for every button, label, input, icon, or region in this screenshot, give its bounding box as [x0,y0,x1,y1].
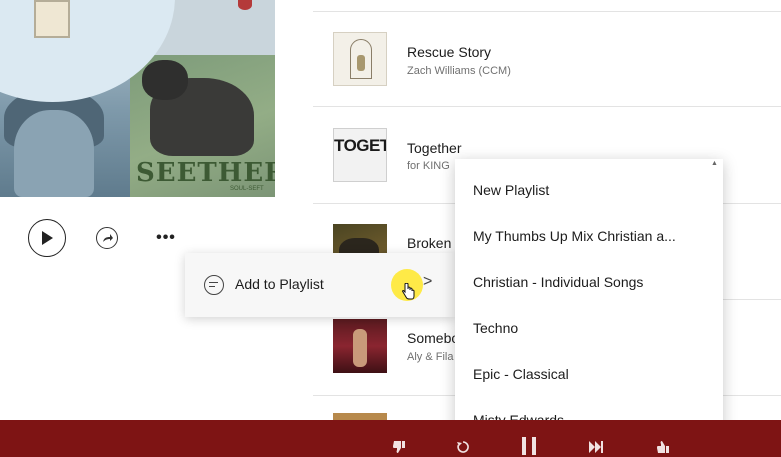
track-divider [313,11,781,12]
hand-cursor-icon [401,282,415,304]
thumbs-up-icon[interactable] [656,440,670,457]
track-thumbnail [333,413,387,420]
art-portrait-face [14,110,94,197]
track-divider [313,106,781,107]
art-band-subtitle: SOUL-SEFT [230,186,264,192]
chevron-right-icon: > [423,273,433,290]
playlist-option[interactable]: New Playlist [473,182,705,198]
track-title: Together [407,140,462,156]
skip-icon[interactable] [588,440,604,457]
track-row[interactable]: Rescue Story Zach Williams (CCM) [313,14,781,104]
playlist-option[interactable]: Christian - Individual Songs [473,274,705,290]
playlist-option[interactable]: My Thumbs Up Mix Christian a... [473,228,705,244]
pause-icon[interactable] [521,436,537,457]
art-dog-head [142,60,188,100]
track-artist: Zach Williams (CCM) [407,65,511,77]
share-icon [103,234,113,242]
art-band-name: SEETHER [136,158,275,188]
more-options-button[interactable]: ••• [150,228,182,248]
scroll-up-icon[interactable]: ▲ [711,160,718,167]
track-title: Somebo [407,330,460,346]
playlist-option[interactable]: Techno [473,320,705,336]
album-art-collage: SEETHER SOUL-SEFT [0,0,275,197]
thumbs-down-icon[interactable] [392,440,406,457]
art-book [34,0,70,38]
art-red-shape [238,0,252,10]
replay-icon[interactable] [456,440,470,457]
track-thumbnail: TOGETHER [333,128,387,182]
player-bar [0,420,781,457]
track-artist: for KING [407,160,450,172]
play-button[interactable] [28,219,66,257]
playlist-icon [204,275,224,295]
track-artist: Aly & Fila [407,351,454,363]
playlist-option[interactable]: Epic - Classical [473,366,705,382]
track-thumbnail [333,319,387,373]
track-title: Rescue Story [407,44,492,60]
thumb-person-shape [353,329,367,367]
track-thumbnail [333,32,387,86]
playlist-submenu: New Playlist My Thumbs Up Mix Christian … [455,159,723,435]
submenu-scrollbar[interactable]: ▲ ▼ [709,160,721,432]
play-icon [42,231,53,245]
thumb-figure-shape [357,55,365,71]
menu-item-label: Add to Playlist [235,276,324,292]
track-title: Broken [407,235,452,251]
share-button[interactable] [96,227,118,249]
